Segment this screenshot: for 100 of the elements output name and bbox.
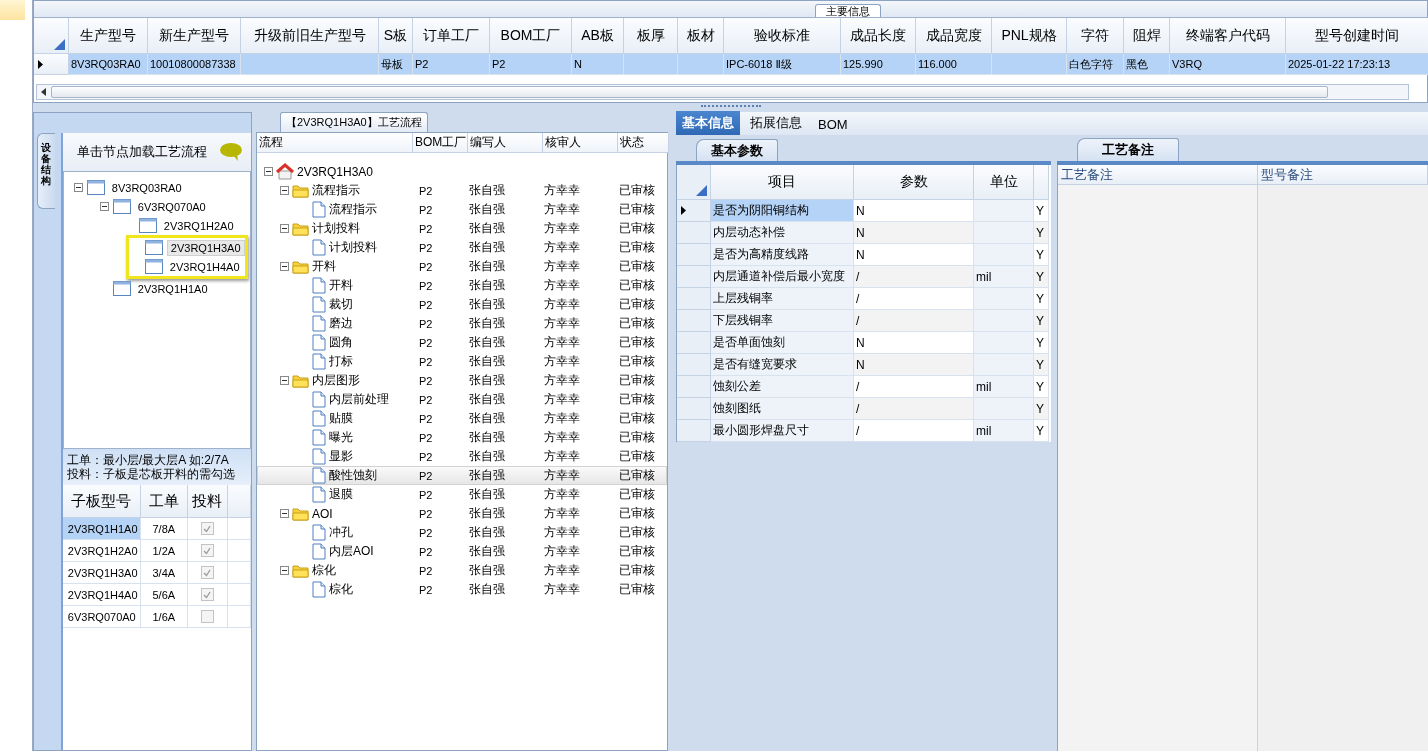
column-header[interactable]: PNL规格 xyxy=(992,18,1067,54)
column-header[interactable]: 板材 xyxy=(678,18,724,54)
tree-node[interactable]: 冲孔 xyxy=(329,524,353,541)
column-header[interactable]: 终端客户代码 xyxy=(1170,18,1286,54)
collapse-icon[interactable] xyxy=(73,183,83,192)
tree-node[interactable]: 磨边 xyxy=(329,315,353,332)
tree-node[interactable]: 棕化 xyxy=(312,562,336,579)
column-header[interactable]: 投料 xyxy=(187,485,228,518)
tree-node[interactable]: 裁切 xyxy=(329,296,353,313)
tree-node[interactable]: 开料 xyxy=(312,258,336,275)
column-header[interactable]: S板 xyxy=(379,18,413,54)
table-row[interactable]: 显影 P2 张自强 方幸幸 已审核 xyxy=(257,447,667,466)
collapse-icon[interactable] xyxy=(280,224,289,233)
tab[interactable]: BOM xyxy=(812,114,854,135)
checkbox[interactable] xyxy=(200,544,214,557)
collapse-icon[interactable] xyxy=(264,167,273,176)
tree-node[interactable]: 内层AOI xyxy=(329,543,374,560)
tree-node[interactable]: 内层前处理 xyxy=(329,391,389,408)
column-header[interactable]: 编写人 xyxy=(468,133,543,153)
horizontal-scrollbar[interactable] xyxy=(36,84,1409,100)
column-header[interactable]: 单位 xyxy=(974,165,1034,200)
column-header[interactable]: 工艺备注 xyxy=(1058,165,1258,185)
tree-node[interactable]: 棕化 xyxy=(329,581,353,598)
collapse-icon[interactable] xyxy=(280,262,289,271)
table-row[interactable]: AOI P2 张自强 方幸幸 已审核 xyxy=(257,504,667,523)
tree-node[interactable]: 6V3RQ070A0 xyxy=(134,199,209,214)
table-row[interactable]: 磨边 P2 张自强 方幸幸 已审核 xyxy=(257,314,667,333)
tree-node[interactable]: 2V3RQ1H4A0 xyxy=(166,259,243,274)
column-header[interactable]: 子板型号 xyxy=(62,485,141,518)
table-row[interactable]: 流程指示 P2 张自强 方幸幸 已审核 xyxy=(257,200,667,219)
column-header[interactable]: 工单 xyxy=(140,485,188,518)
column-header[interactable]: 订单工厂 xyxy=(413,18,490,54)
table-row[interactable]: 开料 P2 张自强 方幸幸 已审核 xyxy=(257,257,667,276)
collapse-icon[interactable] xyxy=(280,186,289,195)
table-row[interactable]: 内层前处理 P2 张自强 方幸幸 已审核 xyxy=(257,390,667,409)
table-row[interactable]: 退膜 P2 张自强 方幸幸 已审核 xyxy=(257,485,667,504)
column-header[interactable]: 生产型号 xyxy=(69,18,148,54)
tab[interactable]: 拓展信息 xyxy=(744,111,808,135)
section-tab[interactable]: 基本参数 xyxy=(696,139,778,161)
column-header[interactable]: 成品宽度 xyxy=(916,18,992,54)
column-header[interactable]: 字符 xyxy=(1067,18,1124,54)
column-header[interactable]: 成品长度 xyxy=(841,18,916,54)
table-row[interactable]: 2V3RQ1H3A0 xyxy=(257,162,667,181)
tab[interactable]: 基本信息 xyxy=(676,111,740,135)
tree-node[interactable]: 显影 xyxy=(329,448,353,465)
checkbox[interactable] xyxy=(200,522,214,535)
tree-node[interactable]: 开料 xyxy=(329,277,353,294)
table-row[interactable]: 圆角 P2 张自强 方幸幸 已审核 xyxy=(257,333,667,352)
column-header[interactable]: BOM工厂 xyxy=(413,133,468,153)
tree-node[interactable]: 计划投料 xyxy=(329,239,377,256)
column-header[interactable]: 项目 xyxy=(711,165,854,200)
checkbox[interactable] xyxy=(200,588,214,601)
column-header[interactable]: 阻焊 xyxy=(1124,18,1170,54)
tree-node[interactable]: 2V3RQ1H2A0 xyxy=(160,218,237,233)
tree-node[interactable]: 流程指示 xyxy=(312,182,360,199)
column-header[interactable]: 新生产型号 xyxy=(148,18,241,54)
column-header[interactable]: 板厚 xyxy=(624,18,678,54)
table-row[interactable]: 棕化 P2 张自强 方幸幸 已审核 xyxy=(257,561,667,580)
checkbox[interactable] xyxy=(200,610,214,623)
table-row[interactable]: 内层图形 P2 张自强 方幸幸 已审核 xyxy=(257,371,667,390)
tree-node[interactable]: 酸性蚀刻 xyxy=(329,467,377,484)
tree-node[interactable]: 退膜 xyxy=(329,486,353,503)
tree-node[interactable]: 8V3RQ03RA0 xyxy=(108,180,185,195)
column-header[interactable]: 型号创建时间 xyxy=(1286,18,1428,54)
table-row[interactable]: 曝光 P2 张自强 方幸幸 已审核 xyxy=(257,428,667,447)
table-row[interactable]: 计划投料 P2 张自强 方幸幸 已审核 xyxy=(257,238,667,257)
table-row[interactable]: 打标 P2 张自强 方幸幸 已审核 xyxy=(257,352,667,371)
checkbox[interactable] xyxy=(200,566,214,579)
panel-tab[interactable]: 主要信息 xyxy=(815,4,881,17)
tree-node[interactable]: AOI xyxy=(312,506,333,521)
collapse-icon[interactable] xyxy=(99,202,109,211)
collapse-icon[interactable] xyxy=(280,566,289,575)
collapse-icon[interactable] xyxy=(280,376,289,385)
column-header[interactable]: BOM工厂 xyxy=(490,18,572,54)
table-row[interactable]: 流程指示 P2 张自强 方幸幸 已审核 xyxy=(257,181,667,200)
table-row[interactable]: 贴膜 P2 张自强 方幸幸 已审核 xyxy=(257,409,667,428)
tree-node[interactable]: 2V3RQ1H1A0 xyxy=(134,281,211,296)
tree-node[interactable]: 计划投料 xyxy=(312,220,360,237)
section-tab[interactable]: 工艺备注 xyxy=(1077,138,1179,161)
tree-node[interactable]: 贴膜 xyxy=(329,410,353,427)
table-row[interactable]: 冲孔 P2 张自强 方幸幸 已审核 xyxy=(257,523,667,542)
table-row[interactable]: 计划投料 P2 张自强 方幸幸 已审核 xyxy=(257,219,667,238)
tree-node[interactable]: 打标 xyxy=(329,353,353,370)
column-header[interactable]: 核审人 xyxy=(543,133,618,153)
table-row[interactable]: 棕化 P2 张自强 方幸幸 已审核 xyxy=(257,580,667,599)
tree-node[interactable]: 圆角 xyxy=(329,334,353,351)
tree-node[interactable]: 流程指示 xyxy=(329,201,377,218)
column-header[interactable]: 升级前旧生产型号 xyxy=(241,18,379,54)
collapse-icon[interactable] xyxy=(280,509,289,518)
table-row[interactable]: 开料 P2 张自强 方幸幸 已审核 xyxy=(257,276,667,295)
side-tab[interactable]: 设备结构 xyxy=(37,133,55,209)
tree-node[interactable]: 曝光 xyxy=(329,429,353,446)
column-header[interactable]: 流程 xyxy=(257,133,413,153)
column-header[interactable]: 状态 xyxy=(618,133,669,153)
column-header[interactable]: 型号备注 xyxy=(1258,165,1428,185)
table-row[interactable]: 内层AOI P2 张自强 方幸幸 已审核 xyxy=(257,542,667,561)
column-header[interactable]: 参数 xyxy=(854,165,974,200)
tree-node[interactable]: 2V3RQ1H3A0 xyxy=(297,164,374,179)
table-row[interactable]: 裁切 P2 张自强 方幸幸 已审核 xyxy=(257,295,667,314)
table-row[interactable]: 酸性蚀刻 P2 张自强 方幸幸 已审核 xyxy=(257,466,667,485)
